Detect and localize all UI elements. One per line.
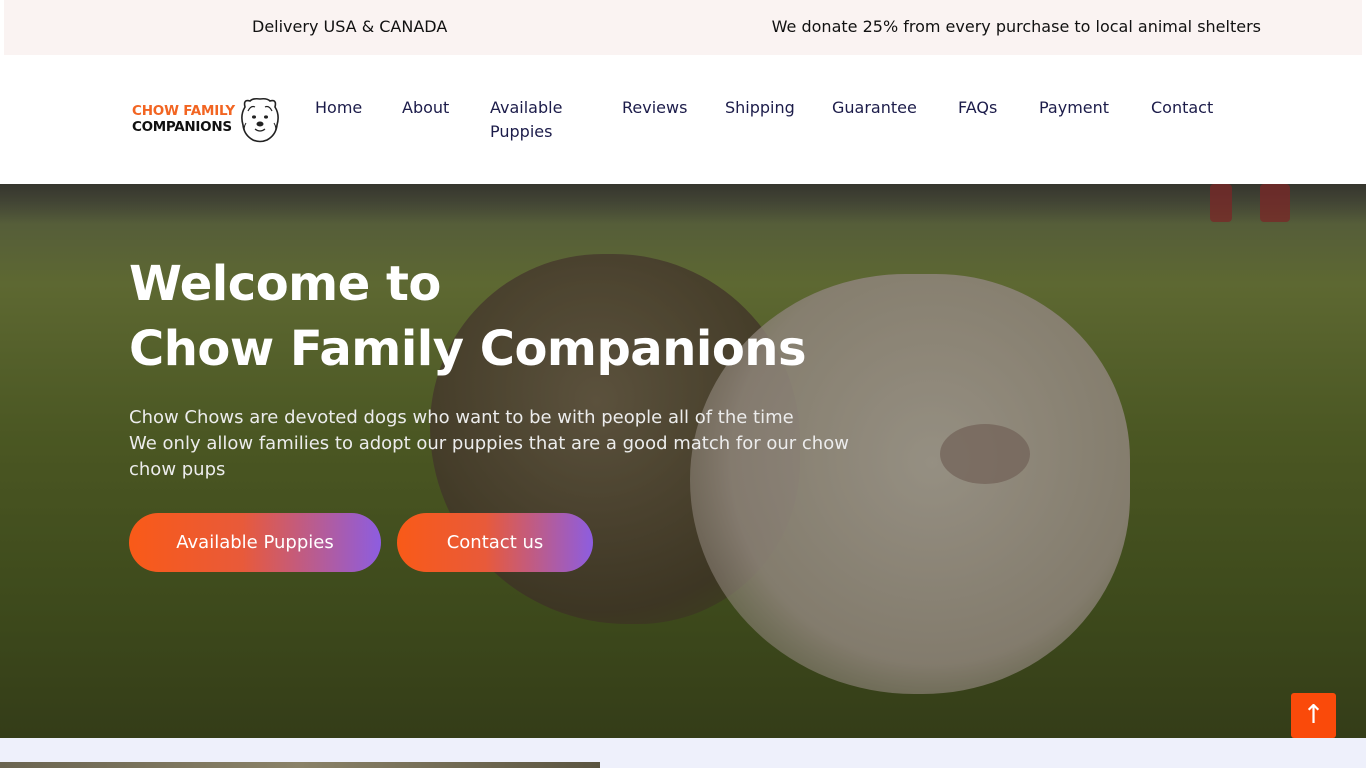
hero-title-line-2: Chow Family Companions — [129, 321, 807, 377]
contact-us-button[interactable]: Contact us — [397, 513, 593, 572]
nav-payment[interactable]: Payment — [1039, 96, 1109, 120]
section-photo — [0, 762, 600, 768]
nav-guarantee[interactable]: Guarantee — [832, 96, 917, 120]
hero-text-line-1: Chow Chows are devoted dogs who want to … — [129, 407, 794, 428]
nav-about[interactable]: About — [402, 96, 449, 120]
nav-available-puppies[interactable]: Available Puppies — [490, 96, 580, 144]
hero-title-line-1: Welcome to — [129, 256, 441, 312]
nav-contact[interactable]: Contact — [1151, 96, 1213, 120]
nav-home[interactable]: Home — [315, 96, 362, 120]
site-header: CHOW FAMILY COMPANIONS Home About Availa… — [0, 55, 1366, 184]
nav-reviews[interactable]: Reviews — [622, 96, 687, 120]
available-puppies-button[interactable]: Available Puppies — [129, 513, 381, 572]
nav-faqs[interactable]: FAQs — [958, 96, 997, 120]
scroll-to-top-button[interactable]: ↑ — [1291, 693, 1336, 738]
nav-shipping[interactable]: Shipping — [725, 96, 795, 120]
hero-section: Welcome to Chow Family Companions Chow C… — [0, 184, 1366, 738]
delivery-notice: Delivery USA & CANADA — [252, 17, 448, 36]
logo-line-2: COMPANIONS — [132, 119, 232, 135]
announcement-bar: Delivery USA & CANADA We donate 25% from… — [4, 0, 1362, 55]
hero-text-line-2: We only allow families to adopt our pupp… — [129, 433, 849, 480]
hero-title: Welcome to Chow Family Companions — [129, 252, 807, 382]
donation-notice: We donate 25% from every purchase to loc… — [771, 17, 1261, 36]
next-section — [0, 738, 1366, 768]
arrow-up-icon: ↑ — [1302, 700, 1325, 730]
chow-dog-face-icon — [241, 97, 279, 143]
site-logo[interactable]: CHOW FAMILY COMPANIONS — [131, 96, 281, 144]
logo-line-1: CHOW FAMILY — [132, 103, 235, 119]
